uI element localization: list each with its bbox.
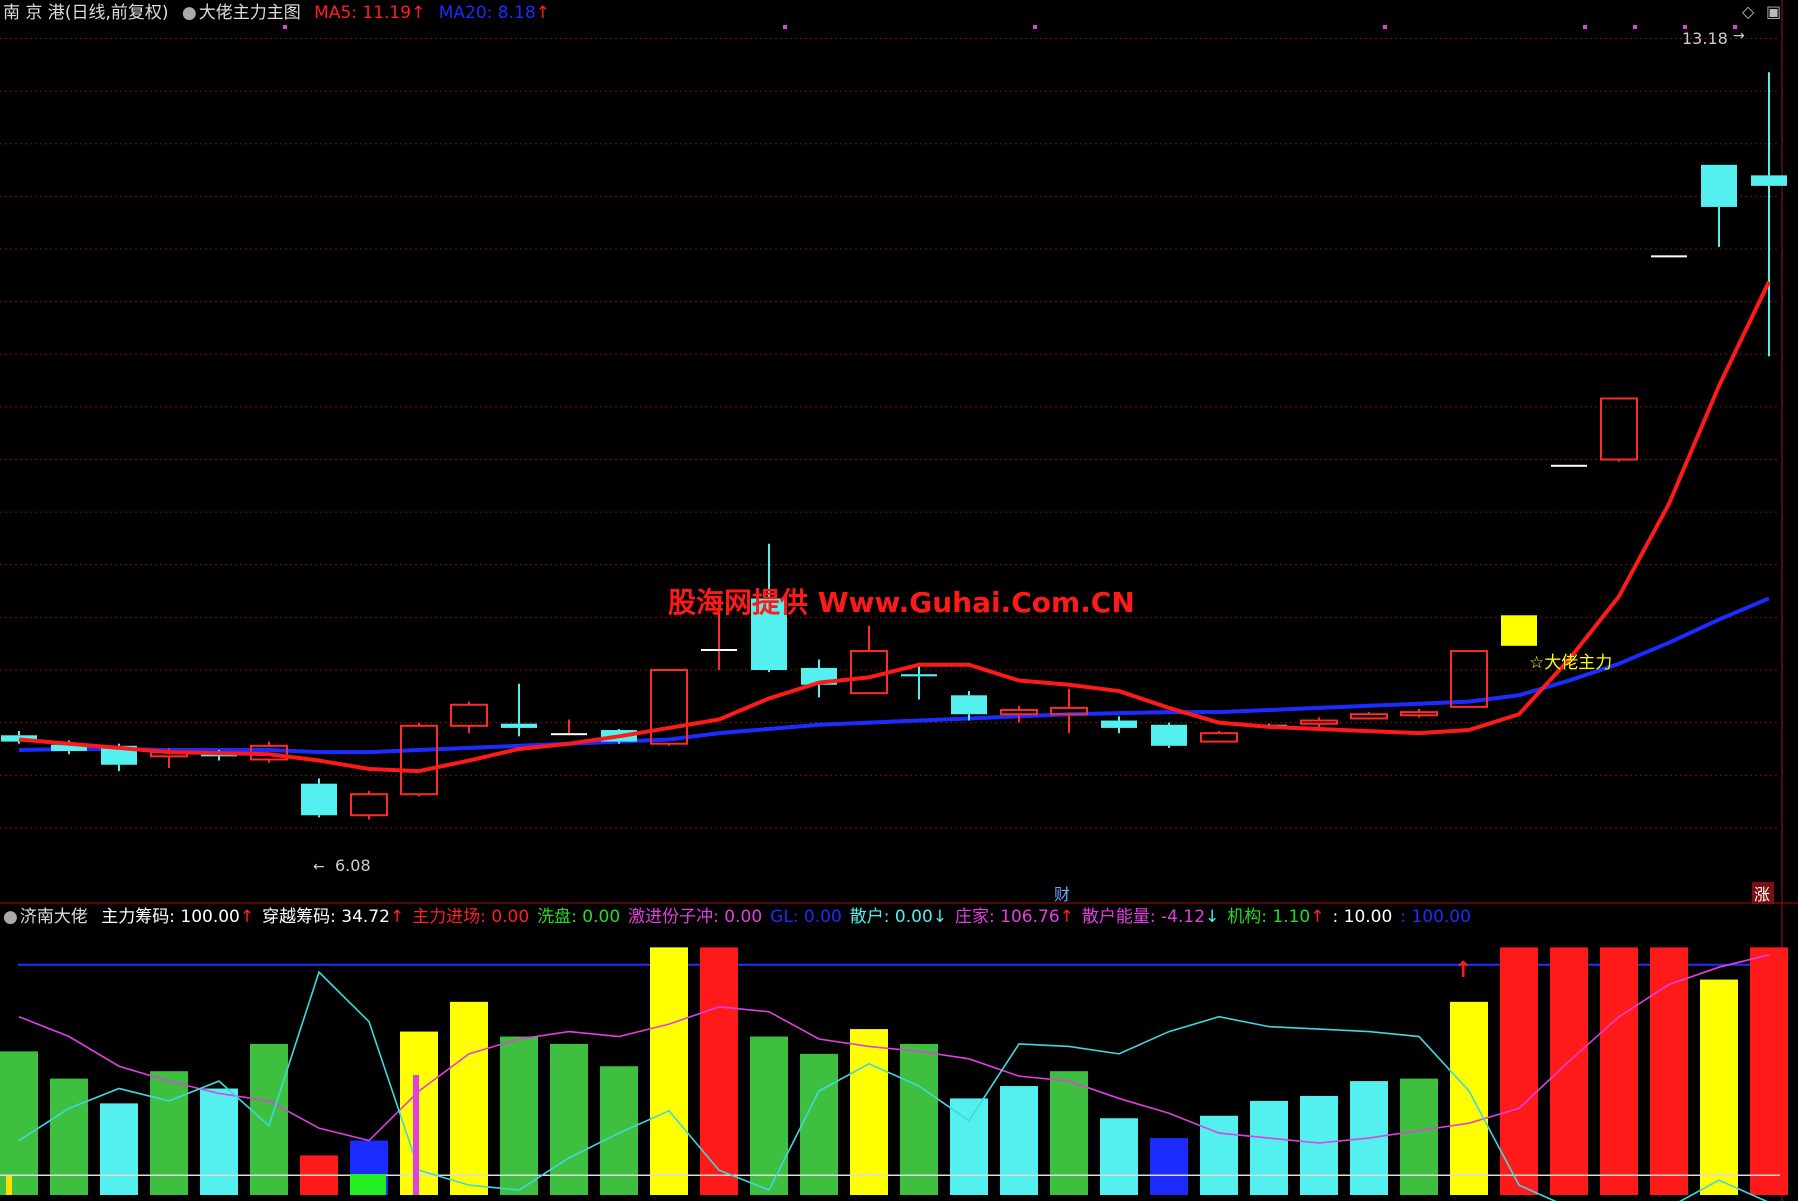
ma5-up-arrow-icon: ↑ [411,3,426,23]
sub-bar [1100,1118,1138,1195]
trend-arrow-icon: ↓ [932,907,948,927]
top-marker-dot [1633,25,1637,29]
low-arrow-icon: ← [313,859,325,875]
sub-bar [1300,1095,1338,1195]
chart-canvas: ☆大佬主力 6.08 ← 13.18 → 股海网提供 Www.Guhai.Com.CN 财 涨… [0,0,1798,1201]
sub-bar [250,1043,288,1195]
sub-legend-item: 散户: 0.00 [849,907,933,927]
rise-marker: 涨 [1754,885,1770,904]
sub-green-base [350,1174,386,1195]
sub-magenta-spike [413,1075,419,1195]
sub-bar [650,947,688,1195]
indicator-toggle-icon[interactable]: ● [182,3,197,23]
sub-bar [800,1053,838,1195]
sub-bar [1550,947,1588,1195]
trend-arrow-icon: ↓ [1205,907,1220,927]
finance-marker: 财 [1054,885,1070,904]
sub-legend-item: 主力进场: 0.00 [412,907,530,927]
sub-legend-item: 穿越筹码: 34.72 [262,907,390,927]
sub-legend-item: 散户能量: -4.12 [1081,907,1206,927]
sub-bar [900,1043,938,1195]
sub-yellow-stub [6,1176,12,1195]
sub-bar [950,1098,988,1195]
top-marker-dot [283,25,287,29]
sub-bar [1450,1001,1488,1195]
trend-arrow-icon: ↑ [389,907,405,927]
candle-body [901,674,937,677]
candle [1151,722,1187,748]
sub-bar [150,1071,188,1195]
candle-body [1651,255,1687,258]
sub-bar [450,1001,488,1195]
stock-name[interactable]: 南 京 港 [3,3,65,23]
sub-bar [1400,1078,1438,1195]
sub-bar [50,1078,88,1195]
sub-legend-item: GL: 0.00 [770,907,842,927]
signal-block [1501,615,1537,646]
sub-bar [1750,947,1788,1195]
high-arrow-icon: → [1733,28,1745,44]
sub-bar [850,1029,888,1195]
sub-bar [200,1088,238,1195]
sub-legend-item: : 10.00 [1332,907,1393,927]
trend-arrow-icon: ↑ [1310,907,1325,927]
sub-legend-item: 洗盘: 0.00 [537,907,621,927]
low-price-label: 6.08 [335,856,371,875]
diamond-icon[interactable]: ◇ [1742,2,1754,21]
top-marker-dot [783,25,787,29]
sub-bar [100,1103,138,1195]
trend-arrow-icon: ↑ [1059,907,1074,927]
top-marker-dot [1583,25,1587,29]
sub-up-arrow-icon: ↑ [1454,958,1472,983]
period-label[interactable]: (日线,前复权) [65,3,169,23]
sub-legend-item: 机构: 1.10 [1227,907,1311,927]
signal-label: ☆大佬主力 [1529,653,1612,673]
candle-body [1101,720,1137,728]
candle-body [1751,175,1787,186]
sub-legend-item: 激进份子冲: 0.00 [628,907,763,927]
top-marker-dot [1383,25,1387,29]
sub-bar [1150,1138,1188,1195]
candle-body [1701,164,1737,207]
sub-bar [1700,979,1738,1195]
ma20-up-arrow-icon: ↑ [535,3,550,23]
window-toggle-icon[interactable]: ▣ [1766,2,1781,21]
candle [301,778,337,818]
sub-bar [1500,947,1538,1195]
candle-body [551,733,587,736]
ma5-label: MA5: 11.19 [314,3,412,23]
sub-legend-item: 主力筹码: 100.00 [101,907,240,927]
candle-body [1551,464,1587,467]
candle [1651,255,1687,258]
sub-bar [0,1051,38,1195]
trend-arrow-icon: ↑ [239,907,255,927]
sub-legend: ● 济南大佬 主力筹码: 100.00↑ 穿越筹码: 34.72↑ 主力进场: 0.0… [3,906,1479,928]
candle-body [301,783,337,816]
sub-indicator-toggle-icon[interactable]: ● [3,907,18,927]
ma20-label: MA20: 8.18 [438,3,536,23]
sub-bar [500,1036,538,1195]
sub-legend-item: : 100.00 [1400,907,1471,927]
candle-body [501,723,537,728]
sub-bar [1600,947,1638,1195]
candle-body [1151,724,1187,746]
watermark: 股海网提供 Www.Guhai.Com.CN [668,586,1135,619]
candle-body [951,695,987,715]
sub-bar [550,1043,588,1195]
sub-indicator-name[interactable]: 济南大佬 [20,907,88,927]
top-marker-dot [1033,25,1037,29]
main-legend: 南 京 港(日线,前复权) ● 大佬主力主图 MA5: 11.19↑ MA20: … [3,2,558,24]
candle [1551,464,1587,467]
sub-bar [1000,1086,1038,1195]
sub-legend-item: 庄家: 106.76 [955,907,1060,927]
candle-body [701,648,737,651]
sub-bar [700,947,738,1195]
sub-bar [1050,1071,1088,1195]
indicator-name[interactable]: 大佬主力主图 [199,3,301,23]
sub-bar [1250,1100,1288,1195]
high-price-label: 13.18 [1682,29,1728,48]
sub-bar [750,1036,788,1195]
